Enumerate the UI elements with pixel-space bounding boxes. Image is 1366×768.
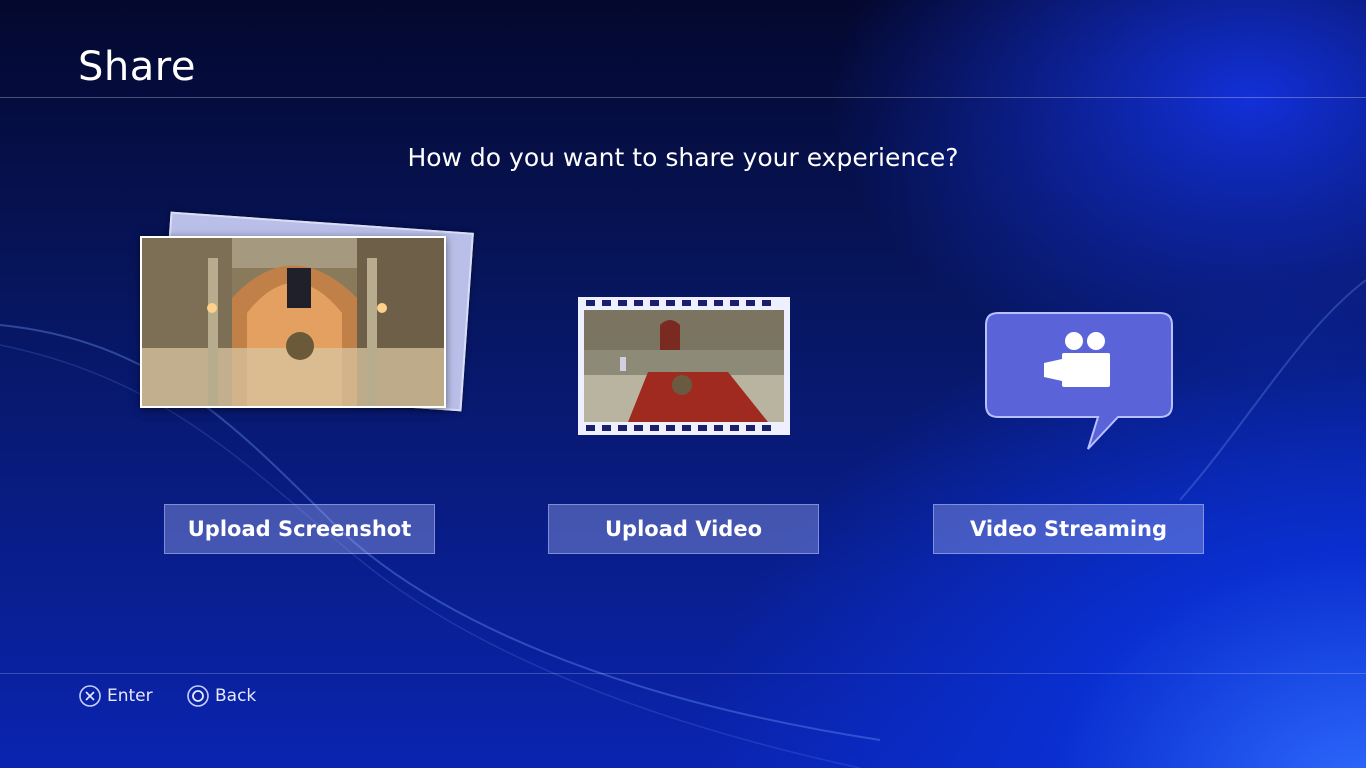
circle-button-icon — [187, 685, 209, 707]
page-title: Share — [78, 44, 196, 90]
video-camera-speech-bubble-icon[interactable] — [984, 311, 1174, 453]
enter-hint-label: Enter — [107, 686, 153, 706]
upload-video-button[interactable]: Upload Video — [548, 504, 819, 554]
screenshot-image — [140, 236, 446, 408]
video-film-thumbnail[interactable] — [578, 297, 790, 435]
video-streaming-button[interactable]: Video Streaming — [933, 504, 1204, 554]
screenshot-thumbnail[interactable] — [140, 210, 485, 440]
enter-hint: Enter — [79, 685, 153, 707]
cross-button-icon — [79, 685, 101, 707]
share-prompt: How do you want to share your experience… — [407, 143, 959, 172]
header: Share — [0, 0, 1366, 98]
film-strip-icon — [578, 297, 790, 435]
back-hint: Back — [187, 685, 256, 707]
upload-screenshot-button[interactable]: Upload Screenshot — [164, 504, 435, 554]
footer-divider — [0, 673, 1366, 674]
back-hint-label: Back — [215, 686, 257, 706]
